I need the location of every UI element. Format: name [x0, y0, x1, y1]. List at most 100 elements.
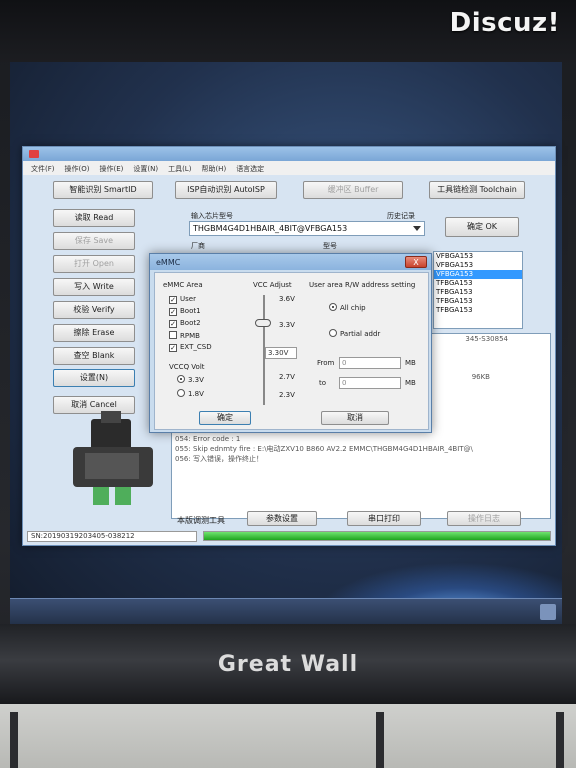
stand-leg [556, 712, 564, 768]
area-rpmb-checkbox[interactable]: RPMB [169, 331, 200, 340]
emmc-area-label: eMMC Area [163, 281, 203, 289]
list-item[interactable]: TFBGA153 [434, 288, 522, 297]
checkbox-empty-icon [169, 331, 177, 339]
verify-button[interactable]: 校验 Verify [53, 301, 135, 319]
chip-model-label: 输入芯片型号 [191, 212, 233, 220]
list-item[interactable]: VFBGA153 [434, 252, 522, 261]
chevron-down-icon [413, 226, 421, 231]
desk-surface [0, 704, 576, 768]
dialog-title: eMMC [156, 258, 181, 267]
params-button[interactable]: 参数设置 [247, 511, 317, 526]
vendor-label: 厂商 [191, 242, 205, 250]
buffer-button[interactable]: 缓冲区 Buffer [303, 181, 403, 199]
list-item[interactable]: TFBGA153 [434, 279, 522, 288]
vcc-slider-thumb[interactable] [255, 319, 271, 327]
close-icon: X [413, 258, 419, 267]
save-button[interactable]: 保存 Save [53, 232, 135, 250]
chip-test-label[interactable]: 本版调测工具 [177, 515, 225, 526]
menu-file[interactable]: 文件(F) [31, 164, 55, 175]
list-item[interactable]: TFBGA153 [434, 297, 522, 306]
menu-operate-2[interactable]: 操作(E) [99, 164, 123, 175]
blank-button[interactable]: 查空 Blank [53, 347, 135, 365]
dialog-titlebar: eMMC X [150, 254, 431, 270]
vcc-tick-label: 2.7V [279, 373, 295, 381]
model-list[interactable]: VFBGA153 VFBGA153 VFBGA153 TFBGA153 TFBG… [433, 251, 523, 329]
radio-selected-icon [329, 303, 337, 311]
area-user-checkbox[interactable]: ✓ User [169, 295, 196, 304]
checkbox-label: EXT_CSD [180, 343, 212, 351]
emmc-dialog: eMMC X eMMC Area ✓ User ✓ Boot1 ✓ Boot2 RPM… [149, 253, 432, 433]
toolchain-button[interactable]: 工具链检测 Toolchain [429, 181, 525, 199]
programmer-adapter-image [73, 411, 153, 505]
checkbox-check-icon: ✓ [169, 344, 177, 352]
menu-language[interactable]: 语言选定 [236, 164, 264, 175]
window-titlebar [23, 147, 555, 161]
close-button[interactable]: X [405, 256, 427, 268]
radio-empty-icon [177, 389, 185, 397]
radio-label: 1.8V [188, 390, 204, 398]
dialog-cancel-button[interactable]: 取消 [321, 411, 389, 425]
history-label: 历史记录 [387, 212, 415, 220]
smart-id-button[interactable]: 智能识别 SmartID [53, 181, 153, 199]
vccq-3v3-radio[interactable]: 3.3V [177, 375, 204, 384]
to-input[interactable]: 0 [339, 377, 401, 389]
menu-help[interactable]: 帮助(H) [201, 164, 226, 175]
radio-label: Partial addr [340, 330, 381, 338]
log-line: 056: 写入错误，操作终止！ [175, 455, 263, 463]
menu-operate[interactable]: 操作(O) [65, 164, 90, 175]
radio-label: All chip [340, 304, 366, 312]
vcc-adjust-label: VCC Adjust [253, 281, 292, 289]
area-extcsd-checkbox[interactable]: ✓ EXT_CSD [169, 343, 212, 352]
vccq-1v8-radio[interactable]: 1.8V [177, 389, 204, 398]
chip-model-select[interactable]: THGBM4G4D1HBAIR_4BIT@VFBGA153 [189, 221, 425, 236]
from-input[interactable]: 0 [339, 357, 401, 369]
area-boot1-checkbox[interactable]: ✓ Boot1 [169, 307, 201, 316]
radio-label: 3.3V [188, 376, 204, 384]
photo-scene: Discuz! 文件(F) 操作(O) 操作(E) 设置(N) 工具(L) 帮助… [0, 0, 576, 768]
vccq-label: VCCQ Volt [169, 363, 205, 371]
system-tray-icon[interactable] [540, 604, 556, 620]
op-log-button[interactable]: 操作日志 [447, 511, 521, 526]
monitor-brand-logo: Great Wall [217, 652, 359, 677]
checkbox-check-icon: ✓ [169, 320, 177, 328]
write-button[interactable]: 写入 Write [53, 278, 135, 296]
serial-number-field: SN:20190319203405-038212 [27, 531, 197, 542]
vcc-tick-label: 2.3V [279, 391, 295, 399]
menu-tools[interactable]: 工具(L) [168, 164, 191, 175]
rw-all-chip-radio[interactable]: All chip [329, 303, 366, 312]
model-label: 型号 [323, 242, 337, 250]
confirm-ok-button[interactable]: 确定 OK [445, 217, 519, 237]
auto-isp-button[interactable]: ISP自动识别 AutoISP [175, 181, 277, 199]
erase-button[interactable]: 擦除 Erase [53, 324, 135, 342]
settings-button[interactable]: 设置(N) [53, 369, 135, 387]
vcc-tick-label: 3.3V [279, 321, 295, 329]
checkbox-label: Boot2 [180, 319, 201, 327]
progress-bar [203, 531, 551, 541]
radio-empty-icon [329, 329, 337, 337]
open-button[interactable]: 打开 Open [53, 255, 135, 273]
log-line: 055: Skip ednmty fire : E:\电动ZXV10 B860 … [175, 445, 473, 453]
radio-selected-icon [177, 375, 185, 383]
from-unit: MB [405, 359, 416, 367]
menu-settings[interactable]: 设置(N) [133, 164, 158, 175]
chip-model-value: THGBM4G4D1HBAIR_4BIT@VFBGA153 [193, 224, 348, 233]
serial-print-button[interactable]: 串口打印 [347, 511, 421, 526]
vcc-tick-label: 3.6V [279, 295, 295, 303]
stand-leg [376, 712, 384, 768]
app-icon [29, 150, 39, 158]
list-item[interactable]: VFBGA153 [434, 270, 522, 279]
from-label: From [317, 359, 335, 367]
checkbox-label: Boot1 [180, 307, 201, 315]
list-item[interactable]: TFBGA153 [434, 306, 522, 315]
read-button[interactable]: 读取 Read [53, 209, 135, 227]
progress-fill [204, 532, 550, 540]
area-boot2-checkbox[interactable]: ✓ Boot2 [169, 319, 201, 328]
stand-leg [10, 712, 18, 768]
rw-setting-label: User area R/W address setting [309, 281, 416, 289]
checkbox-check-icon: ✓ [169, 296, 177, 304]
dialog-panel: eMMC Area ✓ User ✓ Boot1 ✓ Boot2 RPMB ✓ EXT_… [154, 272, 429, 430]
list-item[interactable]: VFBGA153 [434, 261, 522, 270]
checkbox-check-icon: ✓ [169, 308, 177, 316]
rw-partial-radio[interactable]: Partial addr [329, 329, 380, 338]
dialog-ok-button[interactable]: 确定 [199, 411, 251, 425]
